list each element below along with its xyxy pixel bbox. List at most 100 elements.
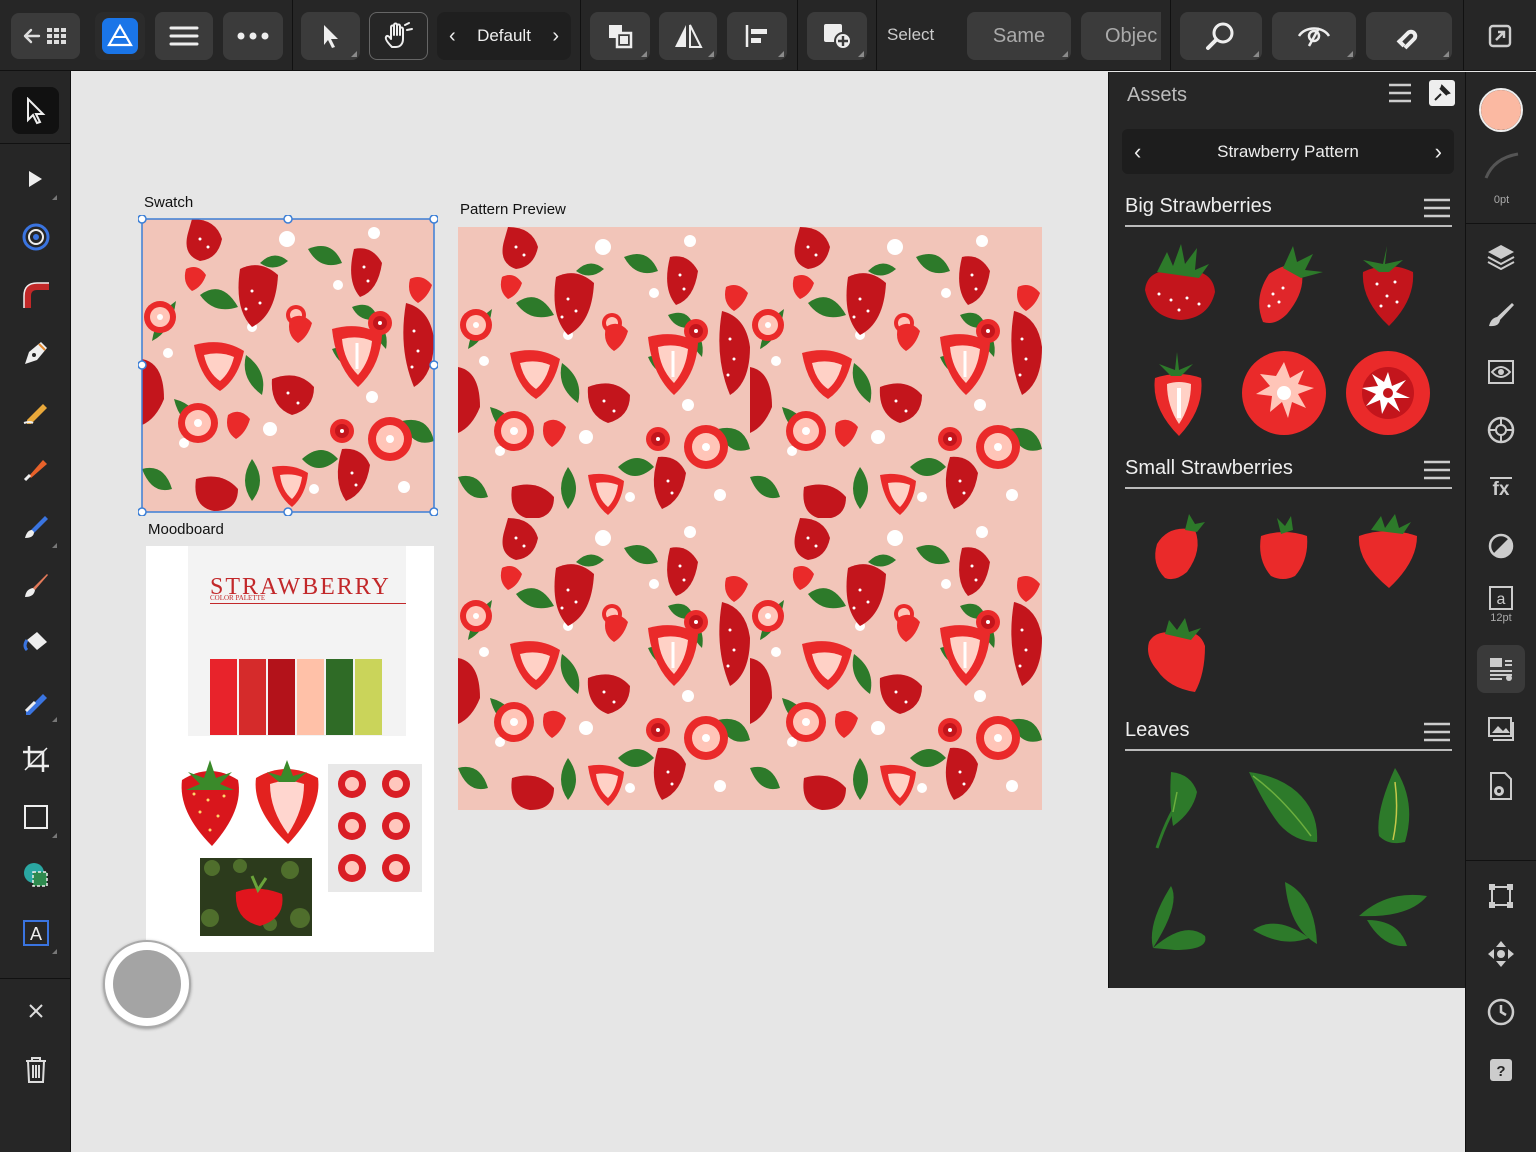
zoom-view-button[interactable]: [1180, 12, 1262, 60]
flip-button[interactable]: [659, 12, 717, 60]
asset-big-strawberry-2[interactable]: [1239, 238, 1329, 328]
document-canvas[interactable]: Swatch Pattern Preview Moodboard STRAWBE…: [72, 72, 1108, 1152]
align-button[interactable]: [727, 12, 787, 60]
asset-big-strawberry-3[interactable]: [1343, 238, 1433, 328]
node-tool[interactable]: [12, 155, 59, 202]
select-same-button[interactable]: Same: [967, 12, 1071, 60]
hamburger-icon[interactable]: [1422, 721, 1452, 743]
pattern-preview-label[interactable]: Pattern Preview: [460, 201, 566, 218]
asset-leaf-2[interactable]: [1239, 762, 1329, 852]
transform-panel-button[interactable]: [1477, 872, 1525, 920]
moodboard-label[interactable]: Moodboard: [148, 521, 224, 538]
pen-tool[interactable]: [12, 329, 59, 376]
section-header-small-strawberries[interactable]: Small Strawberries: [1125, 457, 1452, 489]
pixel-brush-tool[interactable]: [12, 561, 59, 608]
vector-brush-tool[interactable]: [12, 445, 59, 492]
assets-panel-button[interactable]: [1477, 645, 1525, 693]
stock-panel-button[interactable]: [1477, 704, 1525, 752]
chevron-left-icon[interactable]: ‹: [1134, 139, 1141, 165]
rectangle-tool[interactable]: [12, 793, 59, 840]
asset-strawberry-cross-section[interactable]: [1343, 348, 1433, 438]
corner-radius-tool[interactable]: [12, 271, 59, 318]
snapping-button[interactable]: [1366, 12, 1452, 60]
crop-tool[interactable]: [12, 735, 59, 782]
fill-bucket-tool[interactable]: [12, 619, 59, 666]
chevron-left-icon[interactable]: ‹: [449, 25, 456, 48]
arrange-button[interactable]: [590, 12, 650, 60]
strawberry-plant-photo: [200, 858, 312, 936]
moodboard-artboard[interactable]: STRAWBERRY COLOR PALETTE: [146, 546, 434, 952]
text-styles-panel-button[interactable]: a 12pt: [1477, 580, 1525, 628]
corner-tool[interactable]: [12, 213, 59, 260]
artistic-text-tool[interactable]: A: [12, 909, 59, 956]
chevron-right-icon[interactable]: ›: [552, 25, 559, 48]
shape-builder-tool[interactable]: [12, 851, 59, 898]
chevron-right-icon[interactable]: ›: [1435, 139, 1442, 165]
history-panel-button[interactable]: [1477, 988, 1525, 1036]
help-button[interactable]: ?: [1477, 1046, 1525, 1094]
persona-selector[interactable]: ‹ Default ›: [437, 12, 571, 60]
vector-brush-icon: [23, 459, 47, 481]
asset-strawberry-slice[interactable]: [1239, 348, 1329, 438]
document-setup-button[interactable]: [1477, 762, 1525, 810]
main-menu-button[interactable]: [155, 12, 213, 60]
delete-button[interactable]: [12, 1046, 59, 1093]
stroke-width-value: 0pt: [1493, 194, 1510, 206]
stroke-icon[interactable]: [1484, 150, 1520, 182]
section-header-leaves[interactable]: Leaves: [1125, 719, 1452, 751]
transparency-tool[interactable]: [12, 677, 59, 724]
zoom-icon: [1206, 22, 1234, 50]
hamburger-icon[interactable]: [1422, 459, 1452, 481]
view-mode-button[interactable]: [1272, 12, 1356, 60]
back-to-documents-button[interactable]: [11, 13, 80, 59]
assets-menu-button[interactable]: [1387, 82, 1415, 106]
move-tool-toggle[interactable]: [301, 12, 360, 60]
color-panel-button[interactable]: [1477, 406, 1525, 454]
insert-button[interactable]: [807, 12, 867, 60]
asset-category-selector[interactable]: ‹ Strawberry Pattern ›: [1122, 129, 1454, 174]
asset-big-strawberry-half[interactable]: [1135, 348, 1225, 438]
transparency-panel-button[interactable]: [1477, 522, 1525, 570]
pin-panel-button[interactable]: [1429, 80, 1455, 106]
asset-small-strawberry-3[interactable]: [1343, 502, 1433, 592]
help-icon: ?: [1490, 1059, 1512, 1081]
effects-panel-button[interactable]: fx: [1477, 464, 1525, 512]
asset-small-strawberry-4[interactable]: [1135, 604, 1225, 694]
selection-box[interactable]: [138, 215, 438, 516]
hamburger-icon[interactable]: [1422, 197, 1452, 219]
asset-leaf-6[interactable]: [1343, 864, 1433, 954]
layers-panel-button[interactable]: [1477, 232, 1525, 280]
asset-leaf-1[interactable]: [1135, 762, 1225, 852]
fill-color-well[interactable]: [1479, 88, 1523, 132]
swatch-artboard-label[interactable]: Swatch: [144, 194, 193, 211]
text-style-icon: a: [1489, 585, 1513, 610]
asset-big-strawberry-1[interactable]: [1135, 238, 1225, 328]
asset-small-strawberry-2[interactable]: [1239, 502, 1329, 592]
pen-nib-icon: [24, 341, 47, 364]
asset-leaf-3[interactable]: [1343, 762, 1433, 852]
section-header-big-strawberries[interactable]: Big Strawberries: [1125, 195, 1452, 227]
more-options-button[interactable]: [223, 12, 283, 60]
hand-gesture-button[interactable]: [369, 12, 428, 60]
app-persona-button[interactable]: [95, 12, 145, 60]
pencil-tool[interactable]: [12, 387, 59, 434]
brushes-panel-button[interactable]: [1477, 290, 1525, 338]
assistive-modifier-button[interactable]: [103, 940, 191, 1028]
color-palette-card: STRAWBERRY COLOR PALETTE: [188, 546, 406, 736]
document-export-icon: [1488, 24, 1512, 48]
appearance-panel-button[interactable]: [1477, 348, 1525, 396]
asset-small-strawberry-1[interactable]: [1135, 502, 1225, 592]
object-label: Objec: [1105, 24, 1158, 47]
fill-tool[interactable]: [12, 503, 59, 550]
pattern-preview-artboard[interactable]: [458, 227, 1042, 810]
select-object-button[interactable]: Objec: [1081, 12, 1161, 60]
move-tool[interactable]: [12, 87, 59, 134]
asset-leaf-5[interactable]: [1239, 864, 1329, 954]
gradient-icon: [24, 693, 47, 715]
document-settings-button[interactable]: [1476, 12, 1524, 60]
asset-leaf-4[interactable]: [1135, 864, 1225, 954]
navigator-panel-button[interactable]: [1477, 930, 1525, 978]
persona-label: Default: [477, 26, 531, 45]
shape-builder-icon: [23, 862, 48, 887]
close-context-button[interactable]: [12, 987, 59, 1034]
